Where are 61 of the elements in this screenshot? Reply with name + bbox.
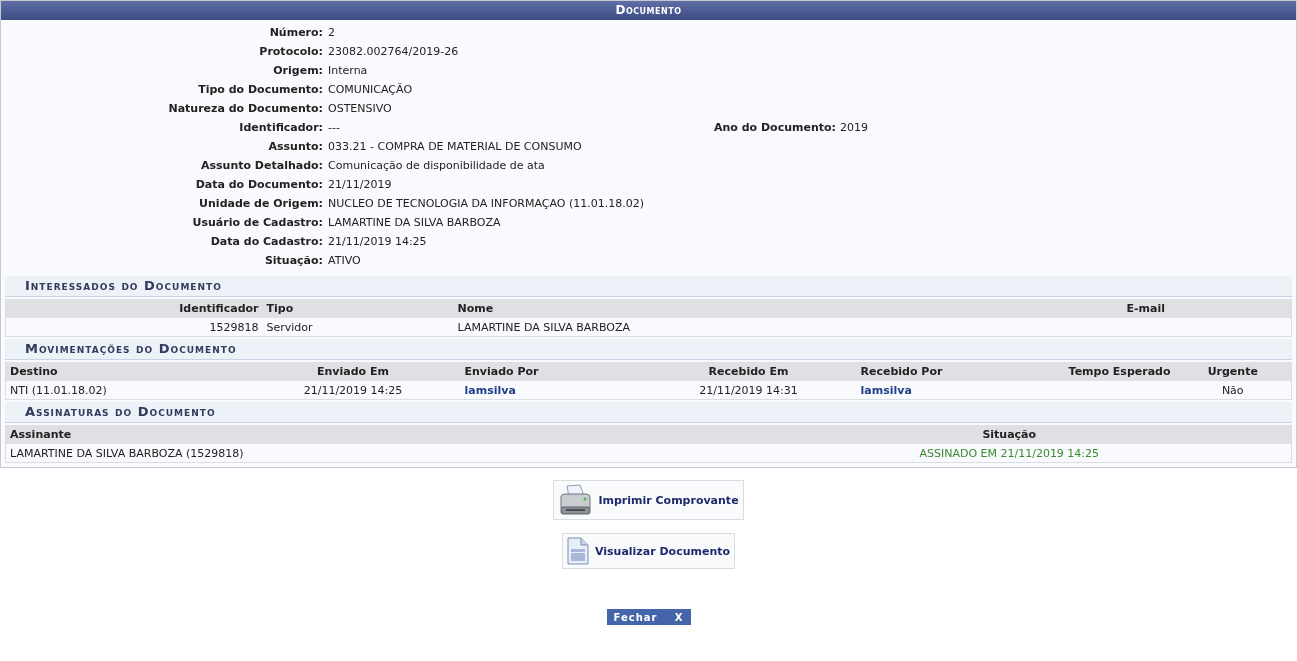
field-value: OSTENSIVO (327, 102, 392, 115)
table-cell: 1529818 (209, 320, 259, 334)
column-header: Nome (457, 301, 494, 315)
field-label: Origem: (273, 64, 323, 77)
field-label: Data do Cadastro: (210, 235, 323, 248)
field-label: Número: (269, 26, 323, 39)
column-header: Enviado Em (317, 364, 389, 378)
document-icon (566, 537, 589, 565)
column-header: Recebido Por (860, 364, 943, 378)
field-value: 2019 (839, 121, 868, 134)
column-header: Tempo Esperado (1068, 364, 1171, 378)
column-header: Identificador (179, 301, 259, 315)
table-cell: Não (1221, 383, 1244, 397)
column-header: E-mail (1126, 301, 1165, 315)
column-header: Situação (982, 427, 1037, 441)
field-label: Natureza do Documento: (168, 102, 323, 115)
user-link[interactable]: lamsilva (464, 383, 516, 397)
field-value: 21/11/2019 14:25 (327, 235, 427, 248)
section-title: Movimentações do Documento (5, 339, 1292, 360)
field-label: Data do Documento: (195, 178, 323, 191)
field-value: 2 (327, 26, 335, 39)
field-label: Unidade de Origem: (199, 197, 323, 210)
field-label: Tipo do Documento: (198, 83, 323, 96)
table-cell: NTI (11.01.18.02) (10, 383, 107, 397)
column-header: Assinante (10, 427, 72, 441)
field-label: Usuário de Cadastro: (192, 216, 323, 229)
column-header: Enviado Por (464, 364, 539, 378)
view-document-button[interactable]: Visualizar Documento (561, 533, 736, 569)
table-cell: Servidor (266, 320, 313, 334)
field-value: Interna (327, 64, 368, 77)
field-value: NUCLEO DE TECNOLOGIA DA INFORMAÇAO (11.01.18.02) (327, 197, 644, 210)
field-label: Assunto: (268, 140, 323, 153)
column-header: Destino (10, 364, 58, 378)
field-label: Protocolo: (259, 45, 323, 58)
section-title: Assinaturas do Documento (5, 402, 1292, 423)
field-value: Comunicação de disponibilidade de ata (327, 159, 545, 172)
table-cell: LAMARTINE DA SILVA BARBOZA (457, 320, 630, 334)
print-button[interactable]: Imprimir Comprovante (553, 480, 744, 520)
field-label: Assunto Detalhado: (200, 159, 323, 172)
column-header: Recebido Em (708, 364, 789, 378)
field-label: Ano do Documento: (714, 121, 836, 134)
table-cell: 21/11/2019 14:31 (699, 383, 798, 397)
field-value: --- (327, 121, 340, 134)
close-button[interactable]: Fechar X (606, 609, 691, 625)
field-value: ATIVO (327, 254, 361, 267)
field-label: Situação: (264, 254, 323, 267)
section-title: Interessados do Documento (5, 276, 1292, 297)
table-cell: LAMARTINE DA SILVA BARBOZA (1529818) (10, 446, 244, 460)
field-value: COMUNICAÇÃO (327, 83, 413, 96)
window-title: Documento (1, 1, 1296, 20)
field-label: Identificador: (239, 121, 323, 134)
printer-icon (558, 484, 593, 516)
field-value: 033.21 - COMPRA DE MATERIAL DE CONSUMO (327, 140, 582, 153)
table-cell: 21/11/2019 14:25 (303, 383, 403, 397)
field-value: LAMARTINE DA SILVA BARBOZA (327, 216, 501, 229)
field-value: 23082.002764/2019-26 (327, 45, 459, 58)
column-header: Tipo (266, 301, 294, 315)
user-link[interactable]: lamsilva (860, 383, 912, 397)
field-value: 21/11/2019 (327, 178, 392, 191)
status-text: ASSINADO EM 21/11/2019 14:25 (919, 446, 1100, 460)
column-header: Urgente (1207, 364, 1258, 378)
